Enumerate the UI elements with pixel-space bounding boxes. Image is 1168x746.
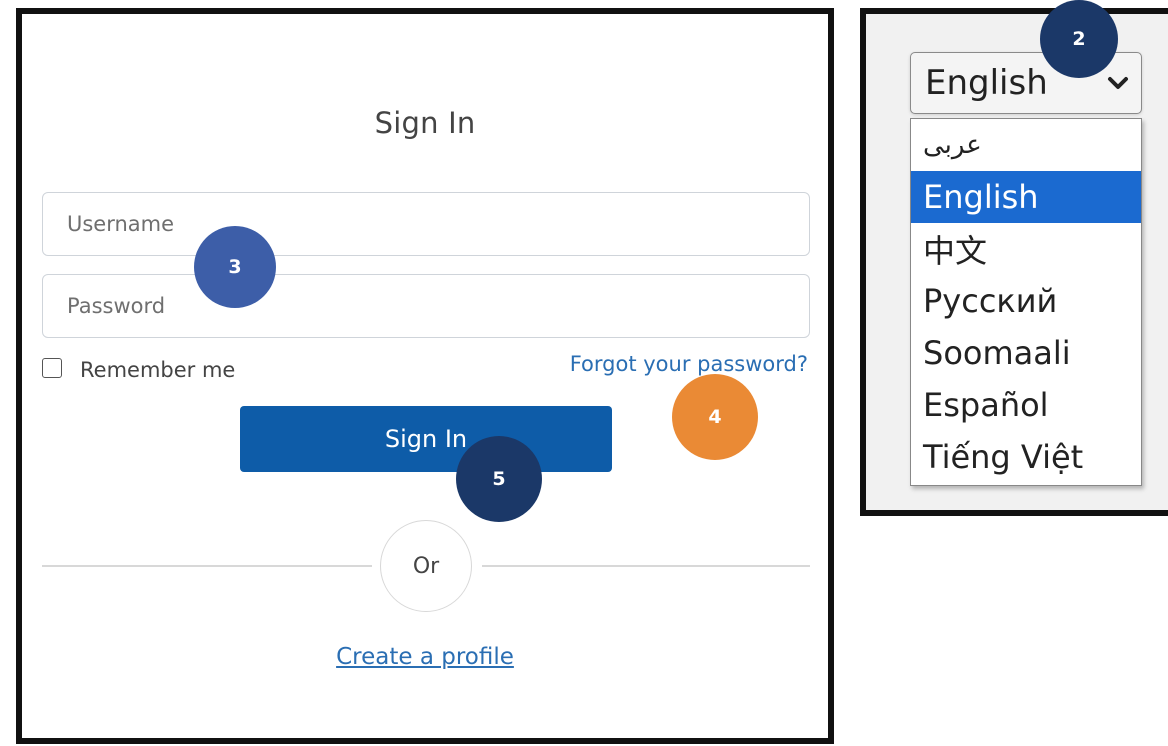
or-divider: Or [380,520,472,612]
language-option-russian[interactable]: Русский [911,275,1141,327]
language-option-english[interactable]: English [911,171,1141,223]
chevron-down-icon [1107,75,1129,95]
callout-badge-4: 4 [672,374,758,460]
remember-me-checkbox[interactable] [42,358,62,378]
callout-badge-3: 3 [194,226,276,308]
language-option-spanish[interactable]: Español [911,379,1141,431]
language-option-chinese[interactable]: 中文 [911,223,1141,275]
or-divider-label: Or [412,553,440,579]
callout-badge-2: 2 [1040,0,1118,78]
forgot-password-link[interactable]: Forgot your password? [570,352,808,376]
language-select-value: English [925,63,1048,103]
username-input[interactable] [42,192,810,256]
language-option-somali[interactable]: Soomaali [911,327,1141,379]
language-option-vietnamese[interactable]: Tiếng Việt [911,431,1141,483]
sign-in-button[interactable]: Sign In [240,406,612,472]
remember-me-row: Remember me [42,354,235,382]
divider-line-left [42,565,372,567]
password-input[interactable] [42,274,810,338]
language-option-arabic[interactable]: عربى [911,119,1141,171]
page-title: Sign In [374,106,476,140]
language-panel: English عربى English 中文 Русский Soomaali… [860,8,1168,516]
create-profile-link[interactable]: Create a profile [22,644,828,670]
callout-badge-5: 5 [456,436,542,522]
language-dropdown-list: عربى English 中文 Русский Soomaali Español… [910,118,1142,486]
remember-me-label[interactable]: Remember me [80,358,235,382]
divider-line-right [482,565,810,567]
